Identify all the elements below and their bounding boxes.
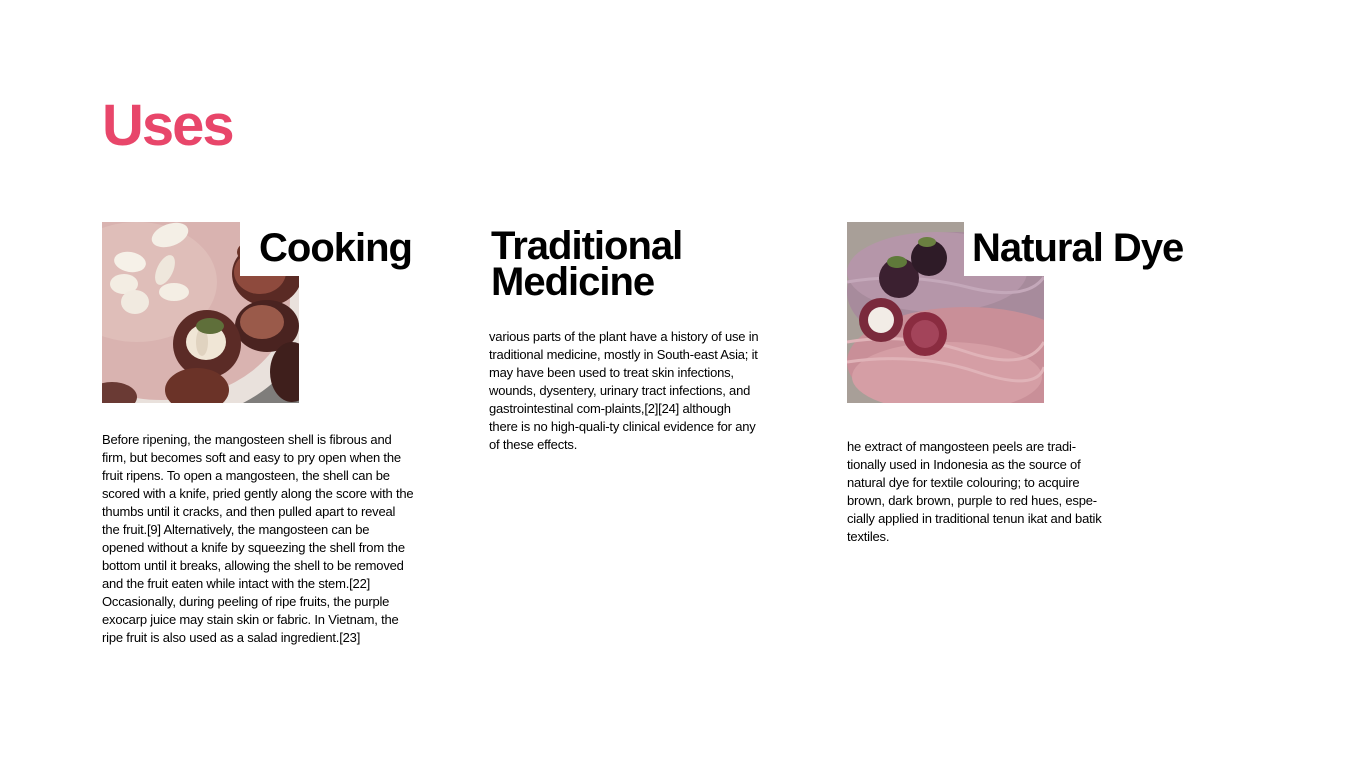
section-heading-cooking: Cooking <box>240 222 422 276</box>
section-text-traditional-medicine: various parts of the plant have a histor… <box>489 329 759 452</box>
section-text-natural-dye: he extract of mangosteen peels are tradi… <box>847 439 1102 544</box>
section-heading-natural-dye: Natural Dye <box>964 222 1190 276</box>
page-title: Uses <box>102 93 235 158</box>
section-text-cooking: Before ripening, the mangosteen shell is… <box>102 432 414 645</box>
section-heading-traditional-medicine: Traditional Medicine <box>491 226 751 302</box>
